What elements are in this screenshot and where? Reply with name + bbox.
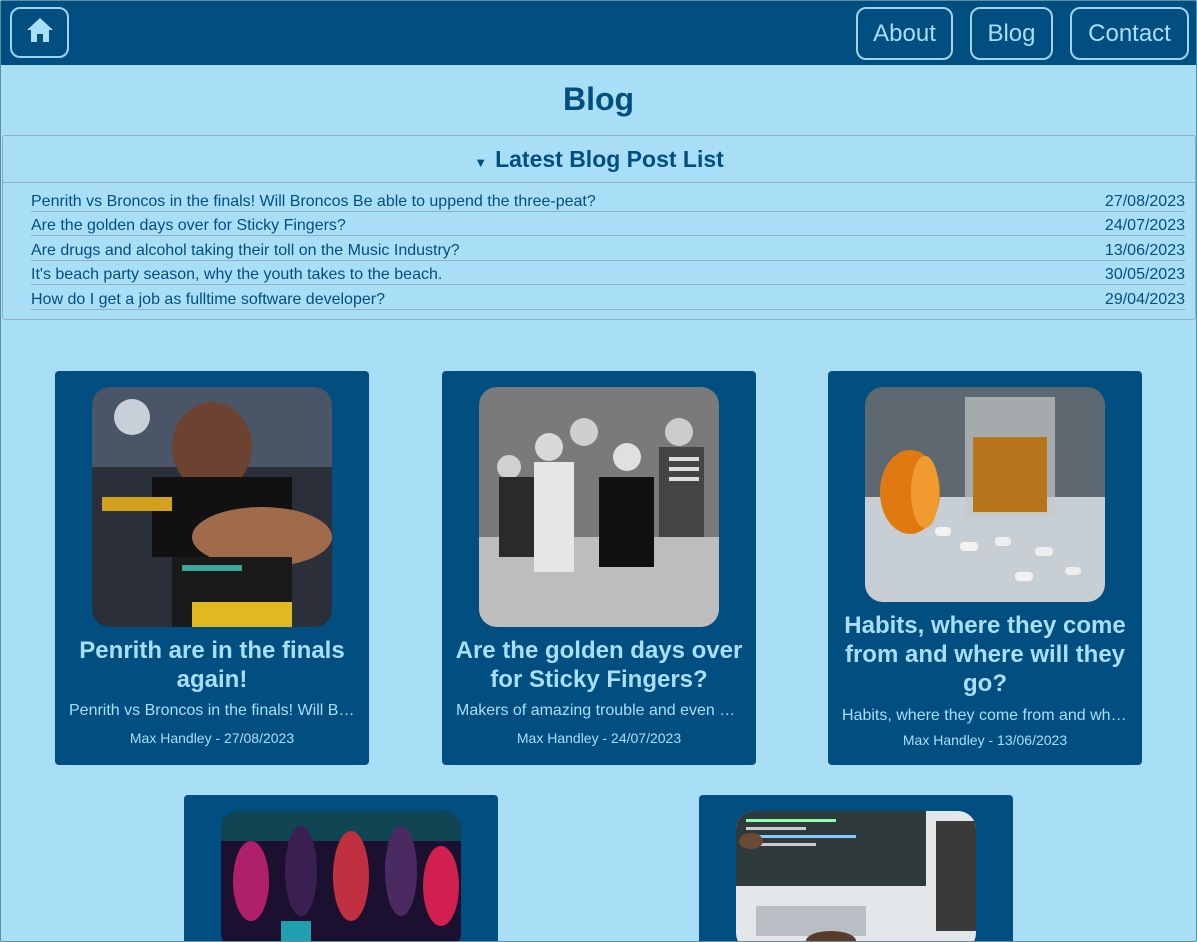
card-excerpt: Habits, where they come from and where w…: [842, 707, 1128, 724]
card-byline: Max Handley - 24/07/2023: [516, 730, 682, 746]
blog-card[interactable]: [699, 795, 1013, 941]
blog-card[interactable]: Habits, where they come from and where w…: [828, 371, 1142, 765]
post-list-item[interactable]: Penrith vs Broncos in the finals! Will B…: [31, 188, 1185, 212]
nav-about-button[interactable]: About: [856, 7, 953, 60]
post-list-item[interactable]: How do I get a job as fulltime software …: [31, 286, 1185, 310]
blog-card[interactable]: [184, 795, 498, 941]
latest-post-list-heading: Latest Blog Post List: [495, 145, 724, 172]
post-list: Penrith vs Broncos in the finals! Will B…: [31, 188, 1185, 311]
card-title[interactable]: Habits, where they come from and where w…: [836, 611, 1134, 698]
post-list-item[interactable]: It's beach party season, why the youth t…: [31, 262, 1185, 285]
home-icon: [26, 17, 54, 48]
latest-post-list-toggle[interactable]: ▼ Latest Blog Post List: [3, 136, 1195, 183]
card-byline: Max Handley - 13/06/2023: [902, 732, 1068, 748]
card-excerpt: Penrith vs Broncos in the finals! Will B…: [69, 702, 355, 719]
nav-contact-button[interactable]: Contact: [1070, 7, 1189, 60]
blog-card[interactable]: Are the golden days over for Sticky Fing…: [442, 371, 756, 765]
card-image-band: [479, 387, 719, 627]
post-link[interactable]: How do I get a job as fulltime software …: [31, 291, 385, 309]
card-image-pills: [865, 387, 1105, 602]
post-list-item[interactable]: Are drugs and alcohol taking their toll …: [31, 237, 1185, 261]
top-nav: About Blog Contact: [1, 1, 1196, 65]
post-date: 30/05/2023: [1104, 266, 1185, 283]
post-list-item[interactable]: Are the golden days over for Sticky Fing…: [31, 213, 1185, 236]
card-image-rugby: [92, 387, 332, 627]
post-date: 13/06/2023: [1104, 241, 1185, 259]
blog-card[interactable]: Penrith are in the finals again! Penrith…: [55, 371, 369, 765]
card-image-party: [221, 811, 461, 941]
disclosure-triangle-icon: ▼: [474, 154, 488, 170]
post-link[interactable]: Are the golden days over for Sticky Fing…: [31, 217, 346, 235]
page-frame: About Blog Contact Blog ▼ Latest Blog Po…: [0, 0, 1197, 942]
card-image-laptop: [736, 811, 976, 941]
post-link[interactable]: It's beach party season, why the youth t…: [31, 266, 442, 284]
latest-post-list: ▼ Latest Blog Post List Penrith vs Bronc…: [2, 135, 1196, 320]
home-button[interactable]: [10, 7, 69, 58]
post-date: 24/07/2023: [1104, 217, 1185, 234]
post-link[interactable]: Penrith vs Broncos in the finals! Will B…: [31, 193, 596, 211]
card-excerpt: Makers of amazing trouble and even bette…: [456, 702, 742, 719]
nav-blog-button[interactable]: Blog: [970, 7, 1053, 60]
page-title: Blog: [562, 81, 635, 117]
post-link[interactable]: Are drugs and alcohol taking their toll …: [31, 242, 460, 260]
post-date: 29/04/2023: [1104, 290, 1185, 308]
card-title[interactable]: Are the golden days over for Sticky Fing…: [450, 636, 748, 694]
card-byline: Max Handley - 27/08/2023: [129, 730, 295, 746]
card-title[interactable]: Penrith are in the finals again!: [63, 636, 361, 694]
post-date: 27/08/2023: [1104, 192, 1185, 210]
